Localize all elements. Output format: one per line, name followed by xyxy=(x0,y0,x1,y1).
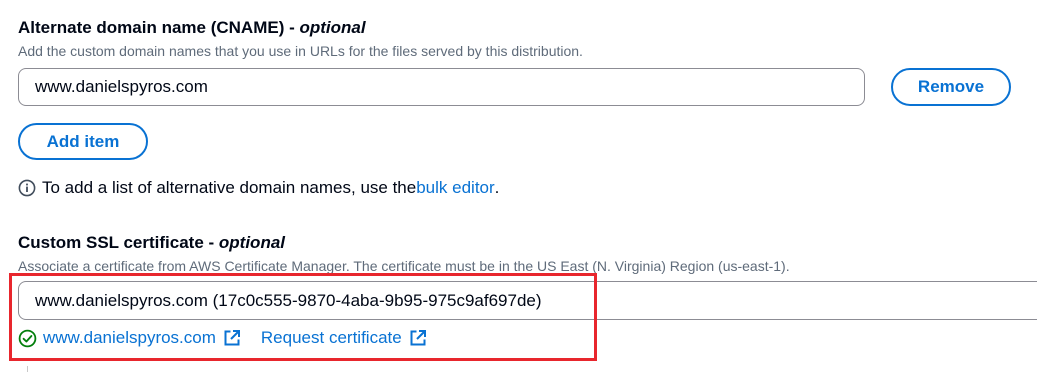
request-certificate-link[interactable]: Request certificate xyxy=(261,328,402,348)
cname-title: Alternate domain name (CNAME) - optional xyxy=(18,18,366,37)
cname-title-text: Alternate domain name (CNAME) xyxy=(18,18,285,37)
cname-input[interactable]: www.danielspyros.com xyxy=(18,68,865,106)
check-circle-icon xyxy=(18,329,37,348)
ssl-optional-label: optional xyxy=(218,233,286,252)
cloudfront-settings-panel: Alternate domain name (CNAME) - optional… xyxy=(0,0,1037,372)
info-prefix-text: To add a list of alternative domain name… xyxy=(42,178,417,197)
remove-button-label: Remove xyxy=(917,77,985,96)
cname-description: Add the custom domain names that you use… xyxy=(18,43,583,59)
add-item-button-label: Add item xyxy=(46,131,120,151)
ssl-description: Associate a certificate from AWS Certifi… xyxy=(18,258,790,274)
bulk-editor-info: To add a list of alternative domain name… xyxy=(18,176,499,200)
info-suffix-text: . xyxy=(494,178,500,197)
divider-mark xyxy=(27,366,28,372)
ssl-certificate-select[interactable]: www.danielspyros.com (17c0c555-9870-4aba… xyxy=(18,281,1037,320)
cname-optional-label: optional xyxy=(299,18,366,37)
bulk-editor-link[interactable]: bulk editor xyxy=(416,178,494,198)
certificate-link[interactable]: www.danielspyros.com xyxy=(43,328,216,348)
certificate-links-row: www.danielspyros.com Request certificate xyxy=(18,326,427,350)
add-item-button[interactable]: Add item xyxy=(18,123,148,160)
ssl-certificate-selected-value: www.danielspyros.com (17c0c555-9870-4aba… xyxy=(35,290,542,310)
external-link-icon[interactable] xyxy=(409,329,427,347)
info-circle-icon xyxy=(18,179,36,197)
cname-input-value: www.danielspyros.com xyxy=(35,77,208,96)
external-link-icon[interactable] xyxy=(223,329,241,347)
ssl-title-text: Custom SSL certificate xyxy=(18,233,204,252)
request-certificate-link-text: Request certificate xyxy=(260,328,402,347)
ssl-title: Custom SSL certificate - optional xyxy=(18,233,286,252)
remove-button[interactable]: Remove xyxy=(891,68,1011,106)
certificate-link-text: www.danielspyros.com xyxy=(43,328,216,347)
